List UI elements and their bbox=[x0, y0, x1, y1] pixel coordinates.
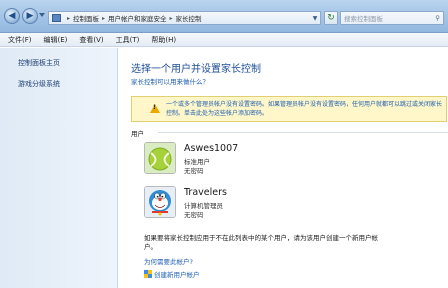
back-arrow-icon: ◀ bbox=[8, 10, 16, 21]
window-titlebar: ◀ ▶ ▸ 控制面板 ▸ 用户帐户和家庭安全 ▸ 家长控制 ▼ ↻ 搜索控制面板… bbox=[0, 0, 448, 33]
breadcrumb-control-panel[interactable]: 控制面板 bbox=[73, 13, 99, 23]
back-button[interactable]: ◀ bbox=[4, 8, 20, 24]
chevron-right-icon[interactable]: ▸ bbox=[170, 15, 173, 22]
page-title: 选择一个用户并设置家长控制 bbox=[131, 64, 261, 75]
user-avatar[interactable] bbox=[144, 142, 176, 174]
warning-icon-mark: ! bbox=[153, 104, 156, 111]
warning-text[interactable]: 一个或多个管理员帐户没有设置密码。如果管理员帐户没有设置密码，任何用户就都可以跳… bbox=[166, 101, 446, 118]
breadcrumb-parental-controls[interactable]: 家长控制 bbox=[176, 13, 202, 23]
menu-file[interactable]: 文件(F) bbox=[8, 35, 32, 45]
user-name[interactable]: Travelers bbox=[184, 187, 227, 198]
main-content: 选择一个用户并设置家长控制 家长控制可以用来做什么？ ! 一个或多个管理员帐户没… bbox=[118, 48, 448, 288]
sidebar-item-game-ratings[interactable]: 游戏分级系统 bbox=[18, 79, 60, 89]
info-note: 如果要将家长控制应用于不在此列表中的某个用户，请为该用户创建一个新用户帐户。 bbox=[144, 234, 378, 251]
help-link[interactable]: 家长控制可以用来做什么？ bbox=[131, 76, 209, 86]
forward-arrow-icon: ▶ bbox=[26, 10, 34, 21]
shield-user-icon bbox=[144, 270, 152, 278]
recent-pages-dropdown-icon[interactable] bbox=[39, 13, 45, 17]
sidebar-item-control-panel-home[interactable]: 控制面板主页 bbox=[18, 58, 60, 68]
tennis-ball-avatar-icon bbox=[145, 143, 175, 173]
address-bar[interactable]: ▸ 控制面板 ▸ 用户帐户和家庭安全 ▸ 家长控制 bbox=[48, 11, 321, 25]
menu-edit[interactable]: 编辑(E) bbox=[44, 35, 68, 45]
menu-view[interactable]: 查看(V) bbox=[79, 35, 103, 45]
menu-help[interactable]: 帮助(H) bbox=[151, 35, 176, 45]
create-account-link[interactable]: 创建新用户帐户 bbox=[144, 269, 200, 279]
forward-button[interactable]: ▶ bbox=[22, 8, 38, 24]
divider bbox=[158, 132, 448, 133]
refresh-button[interactable]: ↻ bbox=[324, 11, 338, 25]
address-dropdown-icon[interactable]: ▼ bbox=[310, 12, 320, 24]
chevron-right-icon[interactable]: ▸ bbox=[102, 15, 105, 22]
user-avatar[interactable] bbox=[144, 186, 176, 218]
search-placeholder: 搜索控制面板 bbox=[344, 15, 383, 23]
user-name[interactable]: Aswes1007 bbox=[184, 143, 238, 154]
search-icon[interactable]: ⚲ bbox=[435, 14, 440, 22]
sidebar: 控制面板主页 游戏分级系统 bbox=[0, 48, 118, 288]
user-password-status: 无密码 bbox=[184, 211, 204, 219]
doraemon-avatar-icon bbox=[145, 187, 175, 217]
warning-bar[interactable]: ! 一个或多个管理员帐户没有设置密码。如果管理员帐户没有设置密码，任何用户就都可… bbox=[131, 96, 447, 122]
breadcrumb-user-accounts[interactable]: 用户帐户和家庭安全 bbox=[108, 13, 167, 23]
users-section-label: 用户 bbox=[131, 130, 144, 138]
chevron-right-icon[interactable]: ▸ bbox=[67, 15, 70, 22]
search-input[interactable]: 搜索控制面板 ⚲ bbox=[340, 11, 444, 25]
menu-bar: 文件(F) 编辑(E) 查看(V) 工具(T) 帮助(H) bbox=[0, 33, 448, 47]
user-password-status: 无密码 bbox=[184, 167, 204, 175]
control-panel-icon bbox=[52, 14, 61, 22]
menu-tools[interactable]: 工具(T) bbox=[116, 35, 140, 45]
why-account-link[interactable]: 为何需要此帐户? bbox=[144, 256, 193, 266]
create-account-label[interactable]: 创建新用户帐户 bbox=[154, 269, 200, 279]
refresh-icon: ↻ bbox=[327, 13, 335, 23]
